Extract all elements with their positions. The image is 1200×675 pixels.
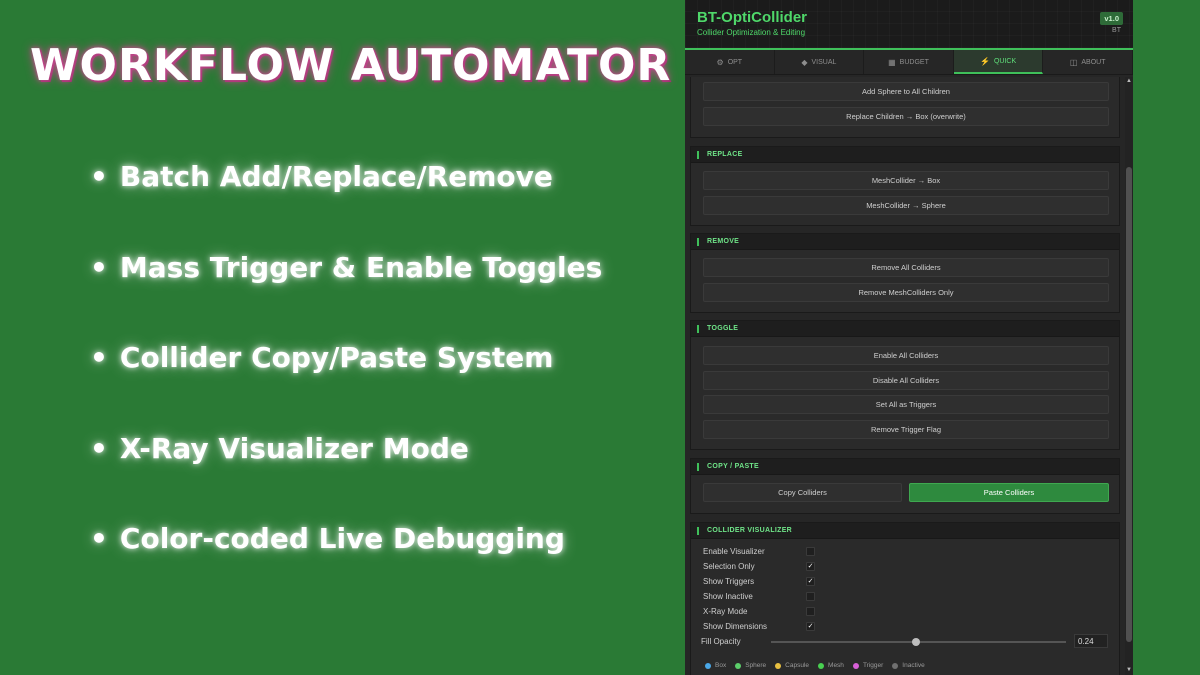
slider-handle[interactable] <box>912 638 921 646</box>
show-triggers-checkbox[interactable]: ✓ <box>806 577 815 586</box>
feature-item: • Collider Copy/Paste System <box>90 341 554 374</box>
add-section: Add Sphere to All Children Replace Child… <box>690 77 1120 138</box>
option-selection-only: Selection Only ✓ <box>703 562 815 571</box>
color-legend: Box Sphere Capsule Mesh Trigger Inactive <box>705 662 925 669</box>
replace-children-box-button[interactable]: Replace Children → Box (overwrite) <box>703 107 1109 126</box>
replace-section: REPLACE MeshCollider → Box MeshCollider … <box>690 146 1120 226</box>
tab-about[interactable]: ◫ ABOUT <box>1043 50 1133 74</box>
section-marker <box>697 462 699 471</box>
tab-opt[interactable]: ⚙ OPT <box>685 50 775 74</box>
show-dimensions-checkbox[interactable]: ✓ <box>806 622 815 631</box>
tab-quick[interactable]: ⚡ QUICK <box>953 50 1044 74</box>
copy-colliders-button[interactable]: Copy Colliders <box>703 483 902 502</box>
option-xray-mode: X-Ray Mode <box>703 605 815 618</box>
fill-opacity-label: Fill Opacity <box>701 637 741 646</box>
lightning-icon: ⚡ <box>980 56 990 66</box>
enable-visualizer-checkbox[interactable] <box>806 547 815 556</box>
section-marker <box>697 324 699 333</box>
remove-trigger-flag-button[interactable]: Remove Trigger Flag <box>703 420 1109 439</box>
remove-all-colliders-button[interactable]: Remove All Colliders <box>703 258 1109 277</box>
legend-capsule: Capsule <box>775 662 809 669</box>
editor-window: BT-OptiCollider Collider Optimization & … <box>685 0 1133 675</box>
scroll-content: Add Sphere to All Children Replace Child… <box>685 77 1125 675</box>
legend-dot <box>852 662 859 669</box>
set-triggers-button[interactable]: Set All as Triggers <box>703 395 1109 414</box>
section-header: COPY / PASTE <box>691 459 1119 475</box>
legend-trigger: Trigger <box>852 662 883 669</box>
section-header: REPLACE <box>691 147 1119 163</box>
mesh-to-sphere-button[interactable]: MeshCollider → Sphere <box>703 196 1109 215</box>
show-inactive-checkbox[interactable] <box>806 592 815 601</box>
bullet-icon: • <box>90 250 108 284</box>
legend-box: Box <box>705 662 726 669</box>
feature-item: • Mass Trigger & Enable Toggles <box>90 250 603 284</box>
toggle-section: TOGGLE Enable All Colliders Disable All … <box>690 320 1120 450</box>
tab-bar: ⚙ OPT ◆ VISUAL ▦ BUDGET ⚡ QUICK ◫ ABOUT <box>685 50 1133 75</box>
scroll-up-icon[interactable]: ▲ <box>1126 78 1132 84</box>
gear-icon: ⚙ <box>716 57 724 67</box>
selection-only-checkbox[interactable]: ✓ <box>806 562 815 571</box>
author-label: BT <box>1112 27 1121 34</box>
scrollbar-thumb[interactable] <box>1126 167 1132 642</box>
copy-paste-section: COPY / PASTE Copy Colliders Paste Collid… <box>690 458 1120 514</box>
section-header: COLLIDER VISUALIZER <box>691 523 1119 539</box>
mesh-to-box-button[interactable]: MeshCollider → Box <box>703 171 1109 190</box>
disable-all-button[interactable]: Disable All Colliders <box>703 371 1109 390</box>
option-enable-visualizer: Enable Visualizer <box>703 545 815 558</box>
section-header: TOGGLE <box>691 321 1119 337</box>
legend-dot <box>892 662 899 669</box>
bullet-icon: • <box>90 431 108 465</box>
legend-dot <box>818 662 825 669</box>
app-title: BT-OptiCollider <box>697 9 807 26</box>
window-header: BT-OptiCollider Collider Optimization & … <box>685 0 1133 50</box>
bullet-icon: • <box>90 160 108 193</box>
fill-opacity-value[interactable]: 0.24 <box>1074 634 1108 648</box>
section-marker <box>697 150 699 159</box>
option-show-inactive: Show Inactive <box>703 590 815 603</box>
section-marker <box>697 237 699 246</box>
fill-opacity-slider[interactable] <box>771 638 1066 646</box>
promo-area: WORKFLOW AUTOMATOR • Batch Add/Replace/Re… <box>0 0 685 675</box>
option-show-dimensions: Show Dimensions ✓ <box>703 622 815 631</box>
grid-icon: ▦ <box>888 57 896 67</box>
visualizer-section: COLLIDER VISUALIZER Enable Visualizer Se… <box>690 522 1120 675</box>
section-marker <box>697 526 699 535</box>
option-show-triggers: Show Triggers ✓ <box>703 577 815 586</box>
xray-mode-checkbox[interactable] <box>806 607 815 616</box>
feature-list: • Batch Add/Replace/Remove • Mass Trigger … <box>90 160 602 613</box>
paste-colliders-button[interactable]: Paste Colliders <box>909 483 1109 502</box>
vertical-scrollbar[interactable]: ▲ ▼ <box>1125 77 1133 675</box>
promo-title: WORKFLOW AUTOMATOR <box>30 40 672 91</box>
version-badge: v1.0 <box>1100 12 1123 25</box>
app-subtitle: Collider Optimization & Editing <box>697 28 806 37</box>
remove-meshcolliders-button[interactable]: Remove MeshColliders Only <box>703 283 1109 302</box>
legend-dot <box>735 662 742 669</box>
legend-dot <box>705 662 711 669</box>
enable-all-button[interactable]: Enable All Colliders <box>703 346 1109 365</box>
legend-mesh: Mesh <box>818 662 844 669</box>
legend-dot <box>775 662 782 669</box>
feature-item: • Color-coded Live Debugging <box>90 522 565 555</box>
bullet-icon: • <box>90 341 108 374</box>
feature-item: • Batch Add/Replace/Remove <box>90 160 553 193</box>
legend-sphere: Sphere <box>735 662 766 669</box>
scroll-down-icon[interactable]: ▼ <box>1126 667 1132 673</box>
legend-inactive: Inactive <box>892 662 925 669</box>
remove-section: REMOVE Remove All Colliders Remove MeshC… <box>690 233 1120 313</box>
book-icon: ◫ <box>1069 57 1078 67</box>
tab-budget[interactable]: ▦ BUDGET <box>864 50 954 74</box>
feature-item: • X-Ray Visualizer Mode <box>90 431 469 465</box>
add-sphere-button[interactable]: Add Sphere to All Children <box>703 82 1109 101</box>
section-header: REMOVE <box>691 234 1119 250</box>
bullet-icon: • <box>90 522 108 555</box>
diamond-icon: ◆ <box>801 57 808 67</box>
tab-visual[interactable]: ◆ VISUAL <box>775 50 865 74</box>
